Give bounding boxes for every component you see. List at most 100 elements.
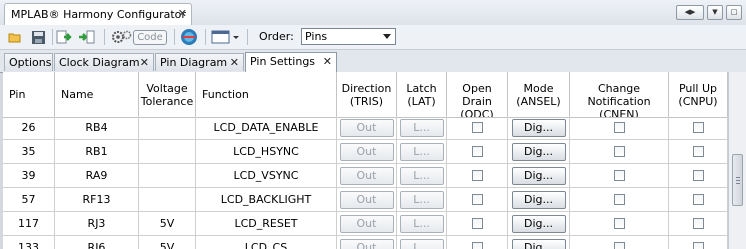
name-cell: RA9 [55, 164, 139, 187]
mode-button[interactable]: Dig... [511, 118, 566, 137]
header-pin[interactable]: Pin [3, 72, 55, 117]
pin-cell: 133 [3, 236, 55, 249]
mode-button[interactable]: Dig... [511, 166, 566, 185]
change-notification-checkbox[interactable] [613, 170, 625, 181]
layout-dropdown-icon[interactable] [211, 28, 241, 46]
toolbar-separator [104, 29, 105, 45]
table-row[interactable]: 133 RJ6 5V LCD_CS Out L... Dig... [3, 236, 728, 249]
window-nav-arrows-icon[interactable]: ◀▶ [676, 5, 704, 20]
table-row[interactable]: 117 RJ3 5V LCD_RESET Out L... Dig... [3, 212, 728, 236]
window-title: MPLAB® Harmony Configurator [11, 8, 186, 21]
change-notification-checkbox[interactable] [613, 242, 625, 249]
direction-button[interactable]: Out [339, 118, 394, 137]
direction-button[interactable]: Out [339, 142, 394, 161]
header-mode[interactable]: Mode (ANSEL) [508, 72, 570, 117]
direction-button[interactable]: Out [339, 214, 394, 233]
header-name[interactable]: Name [55, 72, 139, 117]
order-select[interactable]: Pins [301, 28, 396, 45]
tab-close-icon[interactable]: ✕ [140, 54, 149, 71]
open-drain-checkbox[interactable] [471, 218, 483, 229]
vertical-scrollbar[interactable] [728, 72, 746, 249]
voltage-cell: 5V [139, 212, 196, 235]
tab-close-icon[interactable]: ✕ [323, 53, 332, 70]
header-mode-label: Mode (ANSEL) [516, 81, 561, 108]
latch-button[interactable]: L... [399, 166, 444, 185]
voltage-cell [139, 188, 196, 211]
header-open-drain[interactable]: Open Drain (ODC) [447, 72, 508, 117]
window-menu-icon[interactable]: ▼ [707, 5, 723, 20]
harmony-launcher-icon[interactable] [179, 28, 199, 46]
open-folder-icon[interactable] [8, 28, 22, 46]
window-titlebar: MPLAB® Harmony Configurator ✕ ◀▶ ▼ □ [0, 0, 746, 26]
toolbar-separator [247, 29, 248, 45]
open-drain-checkbox[interactable] [471, 194, 483, 205]
latch-button[interactable]: L... [399, 142, 444, 161]
generate-code-label: Code [133, 29, 167, 45]
table-row[interactable]: 26 RB4 LCD_DATA_ENABLE Out L... Dig... [3, 116, 728, 140]
change-notification-checkbox[interactable] [613, 146, 625, 157]
header-change-notification[interactable]: Change Notification (CNEN) [570, 72, 669, 117]
latch-button[interactable]: L... [399, 214, 444, 233]
function-cell[interactable]: LCD_DATA_ENABLE [196, 116, 337, 139]
pull-up-checkbox[interactable] [692, 218, 704, 229]
order-select-value: Pins [305, 30, 328, 43]
pull-up-checkbox[interactable] [692, 194, 704, 205]
toolbar-separator [52, 29, 53, 45]
order-label: Order: [259, 30, 294, 43]
table-row[interactable]: 39 RA9 LCD_VSYNC Out L... Dig... [3, 164, 728, 188]
table-row[interactable]: 35 RB1 LCD_HSYNC Out L... Dig... [3, 140, 728, 164]
change-notification-checkbox[interactable] [613, 218, 625, 229]
header-function-label: Function [202, 88, 249, 101]
voltage-cell [139, 140, 196, 163]
header-voltage-tolerance[interactable]: Voltage Tolerance [139, 72, 196, 117]
latch-button[interactable]: L... [399, 118, 444, 137]
open-drain-checkbox[interactable] [471, 170, 483, 181]
import-icon[interactable] [56, 28, 74, 46]
header-direction[interactable]: Direction (TRIS) [337, 72, 397, 117]
function-cell[interactable]: LCD_BACKLIGHT [196, 188, 337, 211]
window-maximize-icon[interactable]: □ [726, 5, 742, 20]
mode-button[interactable]: Dig... [511, 238, 566, 249]
header-latch[interactable]: Latch (LAT) [397, 72, 447, 117]
latch-button[interactable]: L... [399, 238, 444, 249]
mode-button[interactable]: Dig... [511, 214, 566, 233]
open-drain-checkbox[interactable] [471, 146, 483, 157]
window-title-tab[interactable]: MPLAB® Harmony Configurator ✕ [4, 3, 192, 25]
mode-button[interactable]: Dig... [511, 142, 566, 161]
tab-pin-diagram[interactable]: Pin Diagram ✕ [155, 53, 244, 71]
header-direction-label: Direction (TRIS) [341, 81, 392, 108]
pull-up-checkbox[interactable] [692, 242, 704, 249]
function-cell[interactable]: LCD_CS [196, 236, 337, 249]
header-function[interactable]: Function [196, 72, 337, 117]
direction-button[interactable]: Out [339, 238, 394, 249]
direction-button[interactable]: Out [339, 190, 394, 209]
tab-options[interactable]: Options [4, 53, 53, 71]
change-notification-checkbox[interactable] [613, 122, 625, 133]
latch-button[interactable]: L... [399, 190, 444, 209]
header-pull-up[interactable]: Pull Up (CNPU) [669, 72, 728, 117]
grip-line [736, 183, 740, 184]
function-cell[interactable]: LCD_RESET [196, 212, 337, 235]
scrollbar-thumb[interactable] [732, 154, 743, 206]
tab-label: Pin Diagram [160, 56, 228, 69]
tab-clock-diagram[interactable]: Clock Diagram ✕ [54, 53, 154, 71]
mode-button[interactable]: Dig... [511, 190, 566, 209]
toolbar-separator [174, 29, 175, 45]
tab-close-icon[interactable]: ✕ [230, 54, 239, 71]
open-drain-checkbox[interactable] [471, 122, 483, 133]
function-cell[interactable]: LCD_HSYNC [196, 140, 337, 163]
pull-up-checkbox[interactable] [692, 170, 704, 181]
generate-code-button[interactable]: Code [110, 28, 168, 46]
table-row[interactable]: 57 RF13 LCD_BACKLIGHT Out L... Dig... [3, 188, 728, 212]
header-pin-label: Pin [9, 88, 26, 101]
save-icon[interactable] [30, 28, 46, 46]
open-drain-checkbox[interactable] [471, 242, 483, 249]
export-icon[interactable] [77, 28, 95, 46]
change-notification-checkbox[interactable] [613, 194, 625, 205]
tab-pin-settings[interactable]: Pin Settings ✕ [245, 52, 337, 72]
function-cell[interactable]: LCD_VSYNC [196, 164, 337, 187]
window-close-icon[interactable]: ✕ [178, 7, 187, 20]
pull-up-checkbox[interactable] [692, 146, 704, 157]
pull-up-checkbox[interactable] [692, 122, 704, 133]
direction-button[interactable]: Out [339, 166, 394, 185]
